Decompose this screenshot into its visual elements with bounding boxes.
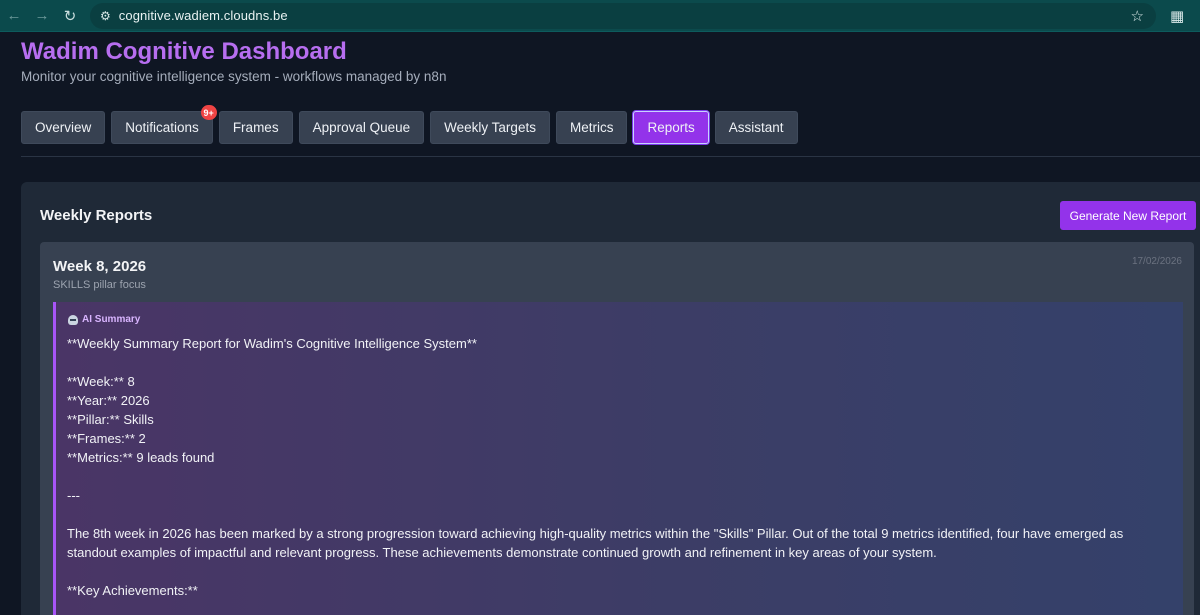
forward-arrow-icon[interactable]: → xyxy=(28,2,56,30)
bookmark-star-icon[interactable]: ☆ xyxy=(1131,7,1144,25)
url-text: cognitive.wadiem.cloudns.be xyxy=(118,8,288,23)
report-week: Week 8, 2026 xyxy=(53,258,147,275)
ai-summary-text: **Weekly Summary Report for Wadim's Cogn… xyxy=(67,334,1167,600)
tab-overview[interactable]: Overview xyxy=(21,111,106,144)
summary-line: **Week:** 8 xyxy=(67,374,135,389)
site-settings-icon[interactable]: ⚙ xyxy=(100,9,111,23)
summary-line: **Key Achievements:** xyxy=(67,583,198,598)
generate-report-button[interactable]: Generate New Report xyxy=(1060,201,1196,230)
tab-approval-queue[interactable]: Approval Queue xyxy=(298,111,425,144)
summary-line: **Frames:** 2 xyxy=(67,431,146,446)
tab-bar: Overview Notifications 9+ Frames Approva… xyxy=(21,105,798,144)
report-date: 17/02/2026 xyxy=(1131,256,1182,267)
back-arrow-icon[interactable]: ← xyxy=(0,2,28,30)
tab-metrics[interactable]: Metrics xyxy=(555,111,628,144)
summary-line: **Year:** 2026 xyxy=(67,393,150,408)
reload-icon[interactable]: ↻ xyxy=(56,2,84,30)
page-title: Wadim Cognitive Dashboard xyxy=(21,38,347,65)
reports-title: Weekly Reports xyxy=(40,207,153,224)
summary-line xyxy=(67,467,1167,486)
ai-summary-label: AI Summary xyxy=(68,314,140,325)
report-card: Week 8, 2026 17/02/2026 SKILLS pillar fo… xyxy=(40,242,1194,615)
notification-badge: 9+ xyxy=(200,105,217,120)
browser-toolbar: ← → ↻ ⚙ cognitive.wadiem.cloudns.be ☆ ▦ xyxy=(0,0,1200,32)
report-focus: SKILLS pillar focus xyxy=(53,279,146,291)
summary-line: **Metrics:** 9 leads found xyxy=(67,450,215,465)
summary-line xyxy=(67,562,1167,581)
summary-line: --- xyxy=(67,488,80,503)
tab-weekly-targets[interactable]: Weekly Targets xyxy=(430,111,550,144)
ai-summary-box: AI Summary **Weekly Summary Report for W… xyxy=(53,302,1183,615)
tab-reports[interactable]: Reports xyxy=(633,111,709,144)
summary-line xyxy=(67,353,1167,372)
tab-assistant[interactable]: Assistant xyxy=(714,111,798,144)
page-subtitle: Monitor your cognitive intelligence syst… xyxy=(21,69,447,84)
summary-line: The 8th week in 2026 has been marked by … xyxy=(67,526,1124,560)
extensions-icon[interactable]: ▦ xyxy=(1170,7,1184,25)
tab-notifications[interactable]: Notifications 9+ xyxy=(111,105,217,144)
address-bar[interactable]: ⚙ cognitive.wadiem.cloudns.be ☆ xyxy=(90,2,1156,29)
tab-frames[interactable]: Frames xyxy=(218,111,293,144)
robot-icon xyxy=(68,314,78,325)
header-divider xyxy=(21,156,1200,157)
summary-line xyxy=(67,505,1167,524)
summary-line: **Weekly Summary Report for Wadim's Cogn… xyxy=(67,336,477,351)
summary-line: **Pillar:** Skills xyxy=(67,412,154,427)
reports-panel: Weekly Reports Generate New Report Week … xyxy=(21,182,1200,615)
